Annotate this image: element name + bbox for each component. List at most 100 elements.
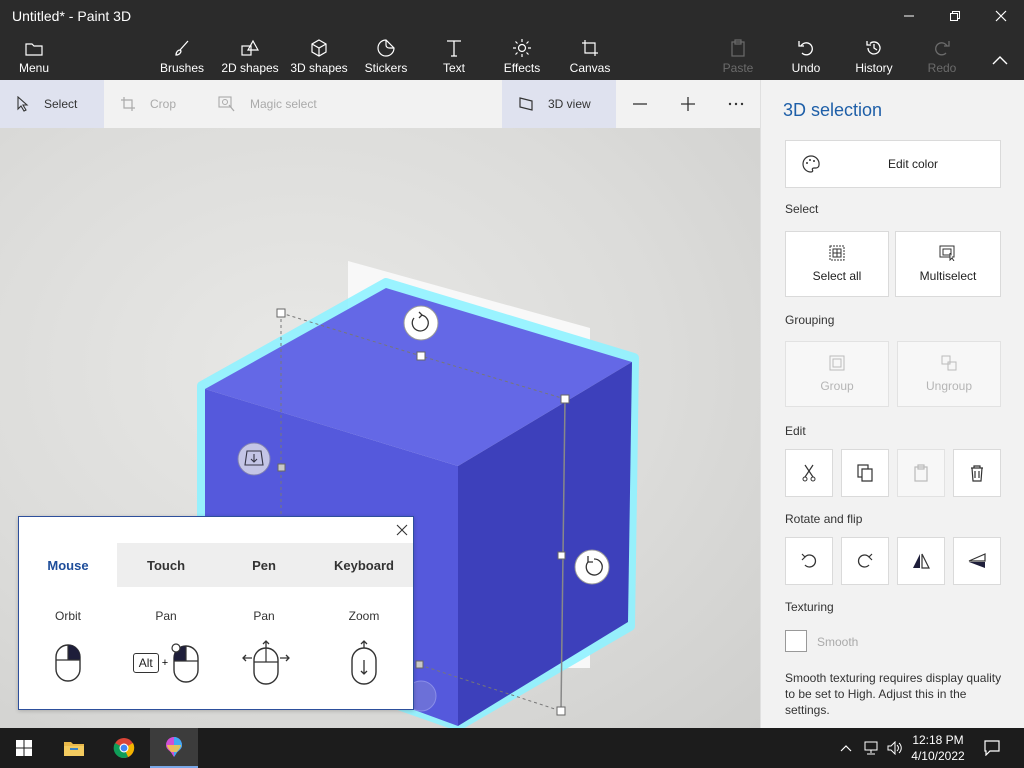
windows-logo-icon <box>16 740 32 756</box>
paste-button[interactable]: Paste <box>718 32 758 80</box>
group-button[interactable]: Group <box>785 341 889 407</box>
paste-label: Paste <box>722 61 754 75</box>
brushes-label: Brushes <box>159 61 205 75</box>
copy-button[interactable] <box>841 449 889 497</box>
file-explorer-taskbar-button[interactable] <box>50 728 98 768</box>
orbit-label: Orbit <box>54 609 81 623</box>
rotate-z-handle[interactable] <box>403 305 439 341</box>
help-close-button[interactable] <box>393 521 411 539</box>
palette-icon <box>802 155 820 173</box>
tab-pen[interactable]: Pen <box>215 543 313 587</box>
cut-button[interactable] <box>785 449 833 497</box>
canvas-label: Canvas <box>569 61 611 75</box>
paste-icon <box>914 464 928 482</box>
close-button[interactable] <box>978 0 1024 32</box>
menu-button[interactable]: Menu <box>10 32 58 80</box>
paint3d-taskbar-button[interactable] <box>150 728 198 768</box>
crop-tool[interactable]: Crop <box>120 80 200 128</box>
folder-icon <box>64 742 84 756</box>
stickers-button[interactable]: Stickers <box>360 32 412 80</box>
tab-touch[interactable]: Touch <box>117 543 215 587</box>
network-tray-button[interactable] <box>858 728 884 768</box>
depth-handle[interactable] <box>237 442 271 476</box>
smooth-label: Smooth <box>817 635 859 649</box>
clock-time: 12:18 PM <box>912 733 964 747</box>
history-button[interactable]: History <box>850 32 898 80</box>
scissors-icon <box>802 464 816 482</box>
brushes-button[interactable]: Brushes <box>154 32 210 80</box>
speaker-icon <box>887 741 902 755</box>
chrome-taskbar-button[interactable] <box>100 728 148 768</box>
ungroup-button[interactable]: Ungroup <box>897 341 1001 407</box>
clock[interactable]: 12:18 PM 4/10/2022 <box>908 732 968 764</box>
ungroup-icon <box>941 355 957 371</box>
select-tool[interactable]: Select <box>0 80 104 128</box>
zoom-in-button[interactable] <box>668 80 708 128</box>
rotate-x-handle[interactable] <box>574 549 610 585</box>
rotate-left-button[interactable] <box>785 537 833 585</box>
copy-icon <box>857 464 873 482</box>
2d-shapes-icon <box>241 39 259 56</box>
2d-shapes-button[interactable]: 2D shapes <box>218 32 282 80</box>
delete-button[interactable] <box>953 449 1001 497</box>
redo-label: Redo <box>927 61 957 75</box>
paste-panel-button[interactable] <box>897 449 945 497</box>
start-button[interactable] <box>0 728 48 768</box>
taskbar: 12:18 PM 4/10/2022 <box>0 728 1024 768</box>
minimize-button[interactable] <box>886 0 932 32</box>
collapse-ribbon-button[interactable] <box>980 36 1020 84</box>
magic-select-tool[interactable]: Magic select <box>218 80 338 128</box>
resize-handle[interactable] <box>557 551 566 560</box>
3d-shapes-label: 3D shapes <box>290 61 348 75</box>
multiselect-button[interactable]: Multiselect <box>895 231 1001 297</box>
3d-shapes-button[interactable]: 3D shapes <box>288 32 350 80</box>
stickers-label: Stickers <box>364 61 408 75</box>
text-button[interactable]: Text <box>434 32 474 80</box>
properties-panel: 3D selection Edit color Select Select al… <box>760 80 1024 728</box>
window-title: Untitled* - Paint 3D <box>12 8 132 24</box>
action-center-button[interactable] <box>978 728 1006 768</box>
select-all-button[interactable]: Select all <box>785 231 889 297</box>
resize-handle[interactable] <box>415 660 424 669</box>
3d-view-label: 3D view <box>548 97 591 111</box>
cube-icon <box>311 39 327 57</box>
group-label: Group <box>820 379 854 393</box>
rotate-flip-heading: Rotate and flip <box>785 512 863 526</box>
text-icon <box>447 40 461 57</box>
cursor-icon <box>17 96 29 112</box>
edit-color-button[interactable]: Edit color <box>785 140 1001 188</box>
plus-icon <box>681 97 695 111</box>
tab-mouse[interactable]: Mouse <box>19 543 117 587</box>
alt-mouse-icon: Alt + <box>127 641 207 685</box>
resize-handle[interactable] <box>276 308 286 318</box>
rotate-right-button[interactable] <box>841 537 889 585</box>
minus-icon <box>633 103 647 105</box>
resize-handle[interactable] <box>556 706 566 716</box>
brush-icon <box>175 40 189 56</box>
effects-button[interactable]: Effects <box>500 32 544 80</box>
more-options-button[interactable] <box>716 80 756 128</box>
paste-icon <box>731 39 745 57</box>
canvas-button[interactable]: Canvas <box>566 32 614 80</box>
smooth-checkbox[interactable] <box>785 630 807 652</box>
ribbon: Menu Brushes 2D shapes 3D shapes Sticker… <box>0 32 1024 80</box>
flip-horizontal-button[interactable] <box>897 537 945 585</box>
resize-handle[interactable] <box>416 351 426 361</box>
navigation-help-panel: Mouse Touch Pen Keyboard Orbit Pan Pan Z… <box>18 516 414 710</box>
undo-button[interactable]: Undo <box>786 32 826 80</box>
show-hidden-icons-button[interactable] <box>832 728 860 768</box>
3d-view-icon <box>519 97 533 111</box>
resize-handle[interactable] <box>560 394 570 404</box>
ellipsis-icon <box>728 102 744 106</box>
flip-vertical-button[interactable] <box>953 537 1001 585</box>
restore-button[interactable] <box>932 0 978 32</box>
rotate-left-icon <box>801 553 817 568</box>
tab-keyboard[interactable]: Keyboard <box>315 543 413 587</box>
resize-handle[interactable] <box>277 463 286 472</box>
volume-tray-button[interactable] <box>882 728 908 768</box>
3d-view-toggle[interactable]: 3D view <box>502 80 616 128</box>
redo-button[interactable]: Redo <box>922 32 962 80</box>
folder-icon <box>25 43 43 56</box>
trash-icon <box>971 465 983 482</box>
zoom-out-button[interactable] <box>620 80 660 128</box>
